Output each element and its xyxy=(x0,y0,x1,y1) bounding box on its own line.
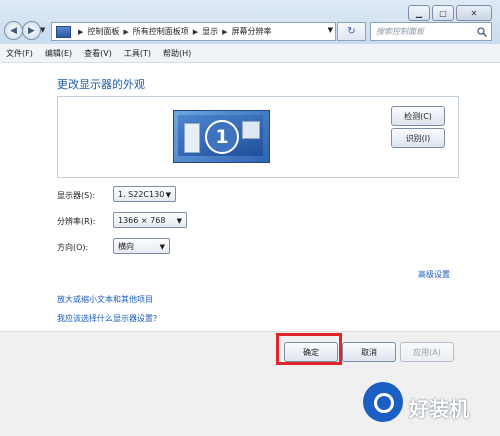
refresh-button[interactable]: ↻ xyxy=(337,22,366,41)
address-dropdown-icon[interactable]: ▼ xyxy=(328,26,333,34)
orientation-label: 方向(O): xyxy=(57,243,89,252)
menu-tools[interactable]: 工具(T) xyxy=(118,48,157,59)
forward-button[interactable]: ▶ xyxy=(22,21,41,40)
maximize-icon: □ xyxy=(439,8,447,18)
breadcrumb-all-items[interactable]: 所有控制面板项 xyxy=(133,26,189,37)
cancel-button[interactable]: 取消 xyxy=(342,342,396,362)
close-icon: ✕ xyxy=(470,8,478,18)
advanced-settings-link[interactable]: 高级设置 xyxy=(418,269,450,280)
breadcrumb-separator-icon: ▶ xyxy=(222,27,228,36)
orientation-value: 横向 xyxy=(118,241,134,251)
monitor-number-badge: 1 xyxy=(205,120,239,154)
breadcrumb-resolution[interactable]: 屏幕分辨率 xyxy=(232,26,272,37)
minimize-icon: ▁ xyxy=(415,8,423,18)
chevron-down-icon: ▼ xyxy=(165,191,171,199)
history-dropdown-icon[interactable]: ▼ xyxy=(40,26,45,34)
resolution-value: 1366 × 768 xyxy=(118,215,166,225)
text-size-link[interactable]: 放大或缩小文本和其他项目 xyxy=(57,294,153,305)
breadcrumb-separator-icon: ▶ xyxy=(192,27,199,36)
search-icon xyxy=(477,26,487,37)
breadcrumb-separator-icon: ▶ xyxy=(123,27,129,36)
resolution-label: 分辨率(R): xyxy=(57,217,96,226)
menu-edit[interactable]: 编辑(E) xyxy=(39,48,78,59)
maximize-button[interactable]: □ xyxy=(432,5,454,21)
detect-button[interactable]: 检测(C) xyxy=(391,106,445,126)
back-button[interactable]: ◀ xyxy=(4,21,23,40)
close-button[interactable]: ✕ xyxy=(456,5,492,21)
display-label: 显示器(S): xyxy=(57,191,96,200)
breadcrumb-control-panel[interactable]: 控制面板 xyxy=(87,26,119,37)
menu-help[interactable]: 帮助(H) xyxy=(157,48,197,59)
refresh-icon: ↻ xyxy=(347,26,356,37)
identify-button[interactable]: 识别(I) xyxy=(391,128,445,148)
window-thumbnail-icon xyxy=(242,121,260,139)
window-controls: ▁ □ ✕ xyxy=(406,5,492,21)
ok-highlight-frame xyxy=(276,333,342,365)
display-select[interactable]: 1. S22C130 ▼ xyxy=(113,186,176,202)
search-box[interactable]: 搜索控制面板 xyxy=(370,22,492,41)
menu-bar: 文件(F) 编辑(E) 查看(V) 工具(T) 帮助(H) xyxy=(0,44,500,63)
breadcrumb-separator-icon: ▶ xyxy=(78,27,84,36)
menu-file[interactable]: 文件(F) xyxy=(0,48,39,59)
monitor-screen: 1 xyxy=(178,115,263,156)
minimize-button[interactable]: ▁ xyxy=(408,5,430,21)
chevron-down-icon: ▼ xyxy=(176,217,182,225)
menu-view[interactable]: 查看(V) xyxy=(78,48,118,59)
monitor-thumbnail[interactable]: 1 xyxy=(173,110,270,163)
display-preview-panel: 1 检测(C) 识别(I) xyxy=(57,96,459,178)
chevron-down-icon: ▼ xyxy=(159,243,165,251)
forward-arrow-icon: ▶ xyxy=(28,25,35,36)
title-bar: ▁ □ ✕ ◀ ▶ ▼ ▶ 控制面板 ▶ 所有控制面板项 ▶ 显示 ▶ 屏幕分辨… xyxy=(0,0,500,44)
display-value: 1. S22C130 xyxy=(118,189,165,199)
control-panel-icon xyxy=(56,25,71,38)
watermark-text: 好装机 xyxy=(409,397,469,421)
search-input[interactable]: 搜索控制面板 xyxy=(371,26,477,37)
window-thumbnail-icon xyxy=(184,123,200,153)
resolution-select[interactable]: 1366 × 768 ▼ xyxy=(113,212,187,228)
page-title: 更改显示器的外观 xyxy=(57,78,145,91)
which-settings-link[interactable]: 我应该选择什么显示器设置? xyxy=(57,313,157,324)
breadcrumb-display[interactable]: 显示 xyxy=(202,26,218,37)
watermark-logo-icon xyxy=(363,382,403,422)
orientation-select[interactable]: 横向 ▼ xyxy=(113,238,170,254)
address-bar[interactable]: ▶ 控制面板 ▶ 所有控制面板项 ▶ 显示 ▶ 屏幕分辨率 ▼ xyxy=(51,22,336,41)
apply-button[interactable]: 应用(A) xyxy=(400,342,454,362)
back-arrow-icon: ◀ xyxy=(10,25,17,36)
